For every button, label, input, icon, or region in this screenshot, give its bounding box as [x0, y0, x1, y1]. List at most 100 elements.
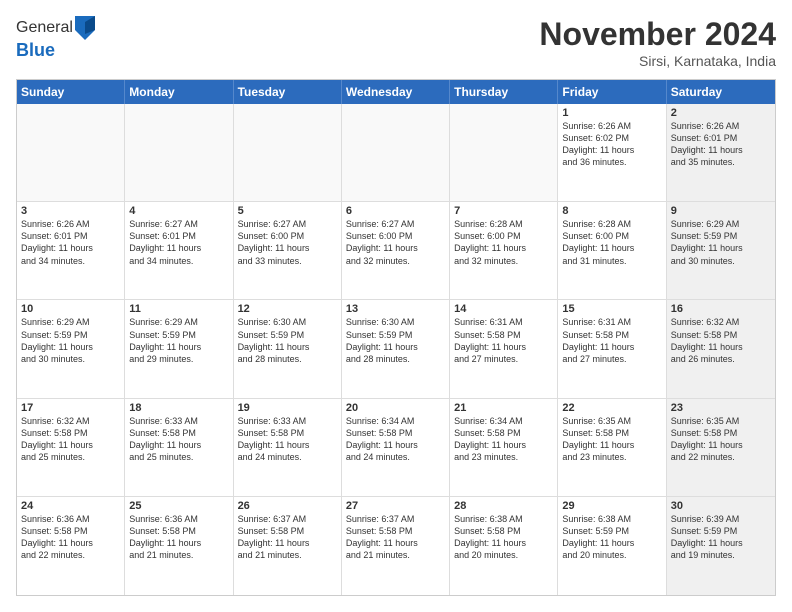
- day-number: 11: [129, 303, 228, 315]
- day-number: 27: [346, 500, 445, 512]
- calendar-header-cell: Wednesday: [342, 80, 450, 104]
- calendar-cell: 5Sunrise: 6:27 AM Sunset: 6:00 PM Daylig…: [234, 202, 342, 299]
- day-number: 10: [21, 303, 120, 315]
- calendar-cell: 13Sunrise: 6:30 AM Sunset: 5:59 PM Dayli…: [342, 300, 450, 397]
- cell-info: Sunrise: 6:39 AM Sunset: 5:59 PM Dayligh…: [671, 513, 771, 562]
- cell-info: Sunrise: 6:29 AM Sunset: 5:59 PM Dayligh…: [129, 316, 228, 365]
- calendar-cell: 14Sunrise: 6:31 AM Sunset: 5:58 PM Dayli…: [450, 300, 558, 397]
- logo: General Blue: [16, 16, 95, 61]
- day-number: 3: [21, 205, 120, 217]
- cell-info: Sunrise: 6:31 AM Sunset: 5:58 PM Dayligh…: [562, 316, 661, 365]
- calendar-cell: 18Sunrise: 6:33 AM Sunset: 5:58 PM Dayli…: [125, 399, 233, 496]
- day-number: 24: [21, 500, 120, 512]
- cell-info: Sunrise: 6:27 AM Sunset: 6:00 PM Dayligh…: [238, 218, 337, 267]
- logo-icon: [75, 16, 95, 40]
- calendar-cell: 15Sunrise: 6:31 AM Sunset: 5:58 PM Dayli…: [558, 300, 666, 397]
- calendar-row: 24Sunrise: 6:36 AM Sunset: 5:58 PM Dayli…: [17, 497, 775, 595]
- cell-info: Sunrise: 6:33 AM Sunset: 5:58 PM Dayligh…: [129, 415, 228, 464]
- calendar-cell: 28Sunrise: 6:38 AM Sunset: 5:58 PM Dayli…: [450, 497, 558, 595]
- page: General Blue November 2024 Sirsi, Karnat…: [0, 0, 792, 612]
- day-number: 29: [562, 500, 661, 512]
- calendar-cell: [17, 104, 125, 201]
- cell-info: Sunrise: 6:29 AM Sunset: 5:59 PM Dayligh…: [21, 316, 120, 365]
- calendar-cell: 3Sunrise: 6:26 AM Sunset: 6:01 PM Daylig…: [17, 202, 125, 299]
- header: General Blue November 2024 Sirsi, Karnat…: [16, 16, 776, 69]
- title-area: November 2024 Sirsi, Karnataka, India: [539, 16, 776, 69]
- calendar-row: 1Sunrise: 6:26 AM Sunset: 6:02 PM Daylig…: [17, 104, 775, 202]
- calendar-cell: 22Sunrise: 6:35 AM Sunset: 5:58 PM Dayli…: [558, 399, 666, 496]
- cell-info: Sunrise: 6:36 AM Sunset: 5:58 PM Dayligh…: [21, 513, 120, 562]
- day-number: 17: [21, 402, 120, 414]
- cell-info: Sunrise: 6:26 AM Sunset: 6:02 PM Dayligh…: [562, 120, 661, 169]
- day-number: 19: [238, 402, 337, 414]
- calendar-header-cell: Thursday: [450, 80, 558, 104]
- calendar-row: 10Sunrise: 6:29 AM Sunset: 5:59 PM Dayli…: [17, 300, 775, 398]
- day-number: 30: [671, 500, 771, 512]
- cell-info: Sunrise: 6:38 AM Sunset: 5:59 PM Dayligh…: [562, 513, 661, 562]
- calendar-cell: [342, 104, 450, 201]
- calendar-cell: 6Sunrise: 6:27 AM Sunset: 6:00 PM Daylig…: [342, 202, 450, 299]
- cell-info: Sunrise: 6:31 AM Sunset: 5:58 PM Dayligh…: [454, 316, 553, 365]
- calendar-cell: 17Sunrise: 6:32 AM Sunset: 5:58 PM Dayli…: [17, 399, 125, 496]
- day-number: 8: [562, 205, 661, 217]
- calendar-cell: 25Sunrise: 6:36 AM Sunset: 5:58 PM Dayli…: [125, 497, 233, 595]
- cell-info: Sunrise: 6:37 AM Sunset: 5:58 PM Dayligh…: [238, 513, 337, 562]
- day-number: 14: [454, 303, 553, 315]
- day-number: 6: [346, 205, 445, 217]
- calendar-cell: 27Sunrise: 6:37 AM Sunset: 5:58 PM Dayli…: [342, 497, 450, 595]
- day-number: 2: [671, 107, 771, 119]
- calendar-body: 1Sunrise: 6:26 AM Sunset: 6:02 PM Daylig…: [17, 104, 775, 595]
- day-number: 20: [346, 402, 445, 414]
- calendar-cell: 2Sunrise: 6:26 AM Sunset: 6:01 PM Daylig…: [667, 104, 775, 201]
- day-number: 1: [562, 107, 661, 119]
- calendar-cell: 24Sunrise: 6:36 AM Sunset: 5:58 PM Dayli…: [17, 497, 125, 595]
- calendar-header-cell: Sunday: [17, 80, 125, 104]
- day-number: 18: [129, 402, 228, 414]
- calendar-cell: 12Sunrise: 6:30 AM Sunset: 5:59 PM Dayli…: [234, 300, 342, 397]
- cell-info: Sunrise: 6:34 AM Sunset: 5:58 PM Dayligh…: [454, 415, 553, 464]
- cell-info: Sunrise: 6:28 AM Sunset: 6:00 PM Dayligh…: [454, 218, 553, 267]
- cell-info: Sunrise: 6:28 AM Sunset: 6:00 PM Dayligh…: [562, 218, 661, 267]
- cell-info: Sunrise: 6:27 AM Sunset: 6:00 PM Dayligh…: [346, 218, 445, 267]
- cell-info: Sunrise: 6:30 AM Sunset: 5:59 PM Dayligh…: [238, 316, 337, 365]
- month-title: November 2024: [539, 16, 776, 53]
- cell-info: Sunrise: 6:32 AM Sunset: 5:58 PM Dayligh…: [671, 316, 771, 365]
- day-number: 16: [671, 303, 771, 315]
- calendar-cell: 19Sunrise: 6:33 AM Sunset: 5:58 PM Dayli…: [234, 399, 342, 496]
- calendar-cell: 9Sunrise: 6:29 AM Sunset: 5:59 PM Daylig…: [667, 202, 775, 299]
- day-number: 13: [346, 303, 445, 315]
- calendar-cell: [234, 104, 342, 201]
- calendar-cell: 16Sunrise: 6:32 AM Sunset: 5:58 PM Dayli…: [667, 300, 775, 397]
- cell-info: Sunrise: 6:32 AM Sunset: 5:58 PM Dayligh…: [21, 415, 120, 464]
- calendar-cell: 20Sunrise: 6:34 AM Sunset: 5:58 PM Dayli…: [342, 399, 450, 496]
- calendar-header-cell: Saturday: [667, 80, 775, 104]
- calendar-cell: 11Sunrise: 6:29 AM Sunset: 5:59 PM Dayli…: [125, 300, 233, 397]
- subtitle: Sirsi, Karnataka, India: [539, 53, 776, 69]
- calendar: SundayMondayTuesdayWednesdayThursdayFrid…: [16, 79, 776, 596]
- day-number: 7: [454, 205, 553, 217]
- day-number: 23: [671, 402, 771, 414]
- cell-info: Sunrise: 6:35 AM Sunset: 5:58 PM Dayligh…: [562, 415, 661, 464]
- cell-info: Sunrise: 6:36 AM Sunset: 5:58 PM Dayligh…: [129, 513, 228, 562]
- calendar-cell: 4Sunrise: 6:27 AM Sunset: 6:01 PM Daylig…: [125, 202, 233, 299]
- calendar-row: 17Sunrise: 6:32 AM Sunset: 5:58 PM Dayli…: [17, 399, 775, 497]
- calendar-header-cell: Friday: [558, 80, 666, 104]
- cell-info: Sunrise: 6:34 AM Sunset: 5:58 PM Dayligh…: [346, 415, 445, 464]
- calendar-cell: [450, 104, 558, 201]
- cell-info: Sunrise: 6:37 AM Sunset: 5:58 PM Dayligh…: [346, 513, 445, 562]
- day-number: 4: [129, 205, 228, 217]
- cell-info: Sunrise: 6:33 AM Sunset: 5:58 PM Dayligh…: [238, 415, 337, 464]
- calendar-row: 3Sunrise: 6:26 AM Sunset: 6:01 PM Daylig…: [17, 202, 775, 300]
- cell-info: Sunrise: 6:30 AM Sunset: 5:59 PM Dayligh…: [346, 316, 445, 365]
- cell-info: Sunrise: 6:27 AM Sunset: 6:01 PM Dayligh…: [129, 218, 228, 267]
- cell-info: Sunrise: 6:26 AM Sunset: 6:01 PM Dayligh…: [671, 120, 771, 169]
- calendar-cell: 29Sunrise: 6:38 AM Sunset: 5:59 PM Dayli…: [558, 497, 666, 595]
- calendar-cell: [125, 104, 233, 201]
- cell-info: Sunrise: 6:26 AM Sunset: 6:01 PM Dayligh…: [21, 218, 120, 267]
- logo-general-text: General: [16, 19, 73, 37]
- logo-blue-text: Blue: [16, 40, 55, 61]
- calendar-cell: 30Sunrise: 6:39 AM Sunset: 5:59 PM Dayli…: [667, 497, 775, 595]
- day-number: 9: [671, 205, 771, 217]
- calendar-header: SundayMondayTuesdayWednesdayThursdayFrid…: [17, 80, 775, 104]
- cell-info: Sunrise: 6:38 AM Sunset: 5:58 PM Dayligh…: [454, 513, 553, 562]
